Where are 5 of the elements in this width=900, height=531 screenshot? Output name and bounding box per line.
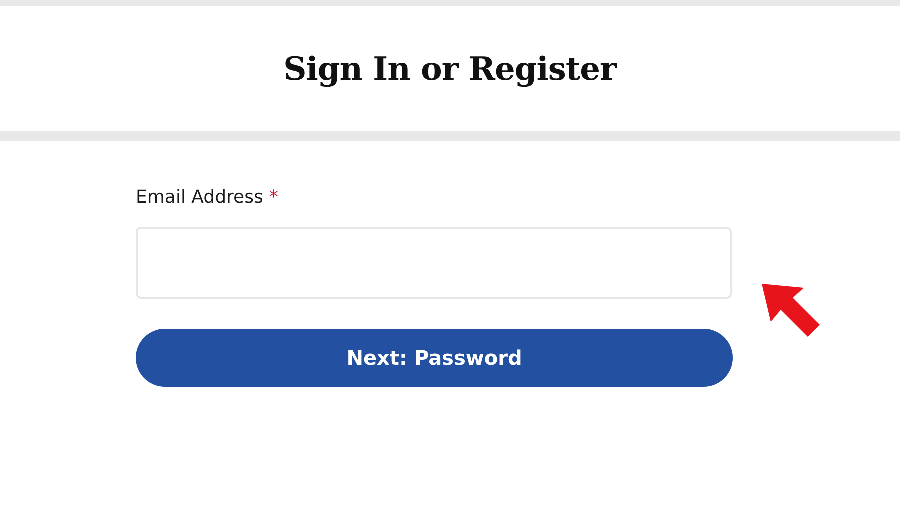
field-label: Email Address [136,186,264,208]
page-title: Sign In or Register [284,50,616,88]
next-button[interactable]: Next: Password [136,329,733,387]
email-field[interactable] [136,227,732,299]
required-mark: * [269,186,278,208]
